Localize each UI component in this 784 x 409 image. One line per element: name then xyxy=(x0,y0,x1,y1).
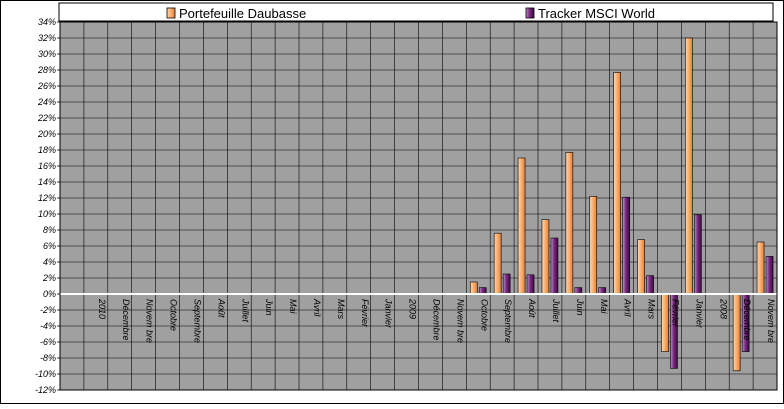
bar-tracker xyxy=(646,275,654,295)
y-tick-label: -8% xyxy=(40,353,56,363)
x-tick-label: 2010 xyxy=(97,298,107,319)
legend-label-tracker: Tracker MSCI World xyxy=(538,6,655,21)
x-tick-label: Août xyxy=(527,298,537,318)
x-tick-label: Mai xyxy=(288,299,298,315)
x-tick-label: Décembre xyxy=(742,299,752,341)
bar-portefeuille xyxy=(756,241,765,295)
x-tick-label: Octobre xyxy=(479,299,489,331)
bar-portefeuille xyxy=(613,72,621,295)
x-tick-label: Juin xyxy=(575,298,585,316)
bar-portefeuille xyxy=(517,157,526,295)
bar-chart: -12% -10% -8% -6% -4% -2% 0% 2% 4% 6% 8% 10% 12% 14% 1… xyxy=(0,0,784,404)
x-tick-label: Septembre xyxy=(192,299,202,343)
x-tick-label: Janvier xyxy=(384,298,394,329)
y-tick-label: 10% xyxy=(38,209,56,219)
bar-portefeuille xyxy=(469,281,478,295)
x-tick-label: Novem bre xyxy=(455,299,465,343)
y-tick-label: 30% xyxy=(38,49,56,59)
y-tick-label: -4% xyxy=(40,321,56,331)
x-tick-label: Novem bre xyxy=(145,299,155,343)
x-tick-label: Avril xyxy=(312,298,322,317)
x-tick-label: Février xyxy=(670,299,680,328)
y-tick-label: 18% xyxy=(38,145,56,155)
x-tick-label: Juin xyxy=(264,298,274,316)
y-tick-label: 32% xyxy=(38,33,56,43)
y-tick-label: 16% xyxy=(38,161,56,171)
x-tick-label: Mai xyxy=(599,299,609,315)
x-tick-label: Octobre xyxy=(169,299,179,331)
y-tick-label: 26% xyxy=(37,81,56,91)
bar-portefeuille xyxy=(637,239,645,295)
x-tick-label: Mars xyxy=(336,299,346,319)
bar-tracker xyxy=(526,274,535,295)
legend-label-portefeuille: Portefeuille Daubasse xyxy=(179,6,306,21)
y-tick-label: -6% xyxy=(40,337,56,347)
bar-portefeuille xyxy=(661,293,669,352)
x-tick-label: Juillet xyxy=(551,298,561,323)
legend: Portefeuille Daubasse Tracker MSCI World xyxy=(58,2,774,22)
y-tick-label: 22% xyxy=(37,113,56,123)
bar-portefeuille xyxy=(589,196,598,295)
y-tick-label: 4% xyxy=(43,257,56,267)
y-tick-label: 12% xyxy=(38,193,56,203)
y-tick-label: 20% xyxy=(37,129,56,139)
y-tick-label: 34% xyxy=(38,17,56,27)
legend-swatch-tracker xyxy=(525,7,535,19)
x-tick-label: Février xyxy=(360,299,370,328)
y-tick-label: -10% xyxy=(35,369,56,379)
bar-portefeuille xyxy=(493,232,502,295)
x-tick-label: 2009 xyxy=(408,298,418,319)
bar-tracker xyxy=(502,273,511,295)
x-tick-label: Septembre xyxy=(503,299,513,343)
bar-tracker xyxy=(550,237,559,295)
y-tick-label: 14% xyxy=(38,177,56,187)
x-tick-label: 2008 xyxy=(718,298,728,319)
y-tick-label: 24% xyxy=(37,97,56,107)
y-tick-label: -12% xyxy=(35,385,56,395)
bar-tracker xyxy=(765,256,774,295)
x-tick-label: Novem bre xyxy=(766,299,776,343)
y-tick-label: -2% xyxy=(40,305,56,315)
bar-portefeuille xyxy=(732,293,741,372)
y-tick-label: 2% xyxy=(42,273,56,283)
bar-tracker xyxy=(622,196,630,295)
x-tick-label: Août xyxy=(216,298,226,318)
y-tick-label: 0% xyxy=(43,289,56,299)
x-tick-label: Décembre xyxy=(121,299,131,341)
bar-portefeuille xyxy=(685,37,693,295)
x-tick-label: Juillet xyxy=(240,298,250,323)
bar-tracker xyxy=(694,214,702,295)
legend-swatch-portefeuille xyxy=(166,7,176,19)
x-tick-label: Mars xyxy=(647,299,657,319)
legend-box xyxy=(58,2,774,22)
y-tick-label: 6% xyxy=(43,241,56,251)
y-tick-label: 8% xyxy=(43,225,56,235)
bar-portefeuille xyxy=(541,219,550,295)
x-tick-label: Décembre xyxy=(431,299,441,341)
x-tick-label: Avril xyxy=(623,298,633,317)
y-tick-label: 28% xyxy=(37,65,56,75)
chart-figure: -12% -10% -8% -6% -4% -2% 0% 2% 4% 6% 8% 10% 12% 14% 1… xyxy=(0,0,784,404)
bar-portefeuille xyxy=(565,152,574,295)
x-tick-label: Janvier xyxy=(694,298,704,329)
